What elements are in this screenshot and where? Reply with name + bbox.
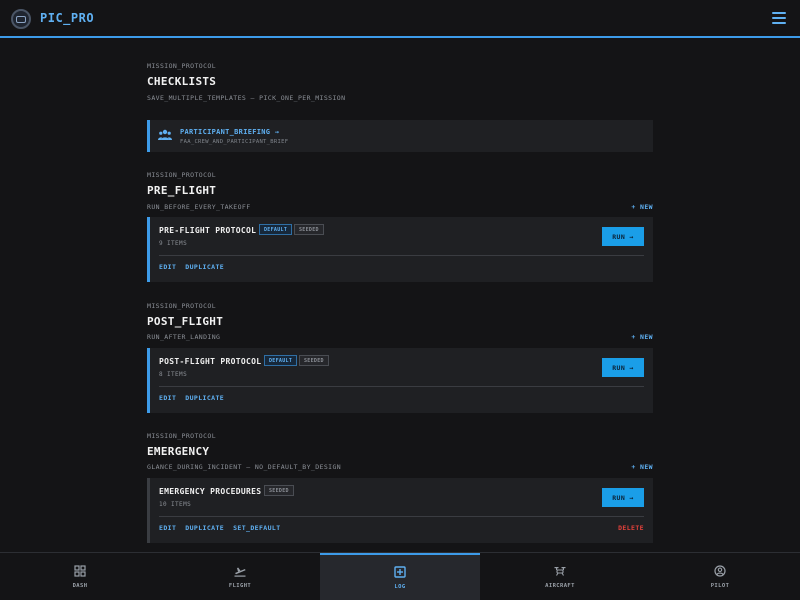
- drone-icon: [554, 567, 566, 576]
- plane-departure-icon: [234, 567, 246, 577]
- run-button[interactable]: RUN →: [602, 227, 644, 246]
- divider: [159, 516, 644, 517]
- participant-briefing-link[interactable]: PARTICIPANT_BRIEFING → FAA_CREW_AND_PART…: [147, 120, 653, 152]
- checklist-name: EMERGENCY PROCEDURES: [159, 487, 262, 496]
- seeded-badge: SEEDED: [264, 485, 294, 496]
- section-title-emergency: EMERGENCY: [147, 445, 210, 458]
- new-pre-flight-button[interactable]: + NEW: [631, 203, 653, 211]
- app-title: PIC_PRO: [40, 11, 95, 25]
- nav-label: AIRCRAFT: [545, 583, 575, 589]
- duplicate-button[interactable]: DUPLICATE: [185, 394, 224, 402]
- edit-button[interactable]: EDIT: [159, 394, 176, 402]
- default-badge: DEFAULT: [264, 355, 298, 366]
- default-badge: DEFAULT: [259, 224, 293, 235]
- set-default-button[interactable]: SET_DEFAULT: [233, 524, 280, 532]
- nav-label: LOG: [394, 584, 406, 590]
- nav-item-dash[interactable]: DASH: [0, 553, 160, 600]
- hamburger-menu-icon[interactable]: [772, 12, 786, 24]
- checklist-item-count: 8 ITEMS: [159, 371, 188, 378]
- app-logo: [11, 9, 31, 29]
- delete-button[interactable]: DELETE: [618, 524, 644, 532]
- checklist-item-count: 10 ITEMS: [159, 501, 192, 508]
- checklist-name: PRE-FLIGHT PROTOCOL: [159, 226, 257, 235]
- new-emergency-button[interactable]: + NEW: [631, 463, 653, 471]
- plus-square-icon: [394, 566, 406, 578]
- new-post-flight-button[interactable]: + NEW: [631, 333, 653, 341]
- checklist-name: POST-FLIGHT PROTOCOL: [159, 357, 262, 366]
- nav-item-log[interactable]: LOG: [320, 553, 480, 600]
- nav-label: PILOT: [710, 583, 730, 589]
- nav-item-pilot[interactable]: PILOT: [640, 553, 800, 600]
- checklist-card-pre-flight: PRE-FLIGHT PROTOCOL DEFAULT SEEDED 9 ITE…: [147, 217, 653, 282]
- section-eyebrow: MISSION_PROTOCOL: [147, 171, 217, 179]
- seeded-badge: SEEDED: [294, 224, 324, 235]
- nav-item-aircraft[interactable]: AIRCRAFT: [480, 553, 640, 600]
- duplicate-button[interactable]: DUPLICATE: [185, 263, 224, 271]
- section-subtitle: RUN_BEFORE_EVERY_TAKEOFF: [147, 203, 251, 211]
- user-circle-icon: [714, 565, 726, 577]
- briefing-title: PARTICIPANT_BRIEFING →: [180, 128, 280, 136]
- duplicate-button[interactable]: DUPLICATE: [185, 524, 224, 532]
- run-button[interactable]: RUN →: [602, 488, 644, 507]
- seeded-badge: SEEDED: [299, 355, 329, 366]
- nav-label: FLIGHT: [228, 583, 252, 589]
- section-eyebrow: MISSION_PROTOCOL: [147, 432, 217, 440]
- checklist-card-emergency: EMERGENCY PROCEDURES SEEDED 10 ITEMS RUN…: [147, 478, 653, 543]
- page-subtitle: SAVE_MULTIPLE_TEMPLATES — PICK_ONE_PER_M…: [147, 94, 346, 102]
- edit-button[interactable]: EDIT: [159, 263, 176, 271]
- divider: [159, 255, 644, 256]
- section-title-pre-flight: PRE_FLIGHT: [147, 184, 217, 197]
- checklist-card-post-flight: POST-FLIGHT PROTOCOL DEFAULT SEEDED 8 IT…: [147, 348, 653, 413]
- edit-button[interactable]: EDIT: [159, 524, 176, 532]
- divider: [159, 386, 644, 387]
- bottom-nav: DASH FLIGHT LOG AIRCRAFT PILOT: [0, 552, 800, 600]
- app-header: PIC_PRO: [0, 0, 800, 38]
- nav-label: DASH: [72, 583, 88, 589]
- briefing-subtitle: FAA_CREW_AND_PARTICIPANT_BRIEF: [180, 139, 289, 145]
- section-eyebrow: MISSION_PROTOCOL: [147, 302, 217, 310]
- users-icon: [158, 129, 172, 140]
- section-subtitle: GLANCE_DURING_INCIDENT — NO_DEFAULT_BY_D…: [147, 463, 342, 471]
- section-subtitle: RUN_AFTER_LANDING: [147, 333, 221, 341]
- page-title: CHECKLISTS: [147, 75, 217, 88]
- section-title-post-flight: POST_FLIGHT: [147, 315, 224, 328]
- grid-icon: [74, 565, 86, 577]
- nav-item-flight[interactable]: FLIGHT: [160, 553, 320, 600]
- run-button[interactable]: RUN →: [602, 358, 644, 377]
- checklist-item-count: 9 ITEMS: [159, 240, 188, 247]
- page-eyebrow: MISSION_PROTOCOL: [147, 62, 217, 70]
- main-content: MISSION_PROTOCOL CHECKLISTS SAVE_MULTIPL…: [147, 38, 653, 552]
